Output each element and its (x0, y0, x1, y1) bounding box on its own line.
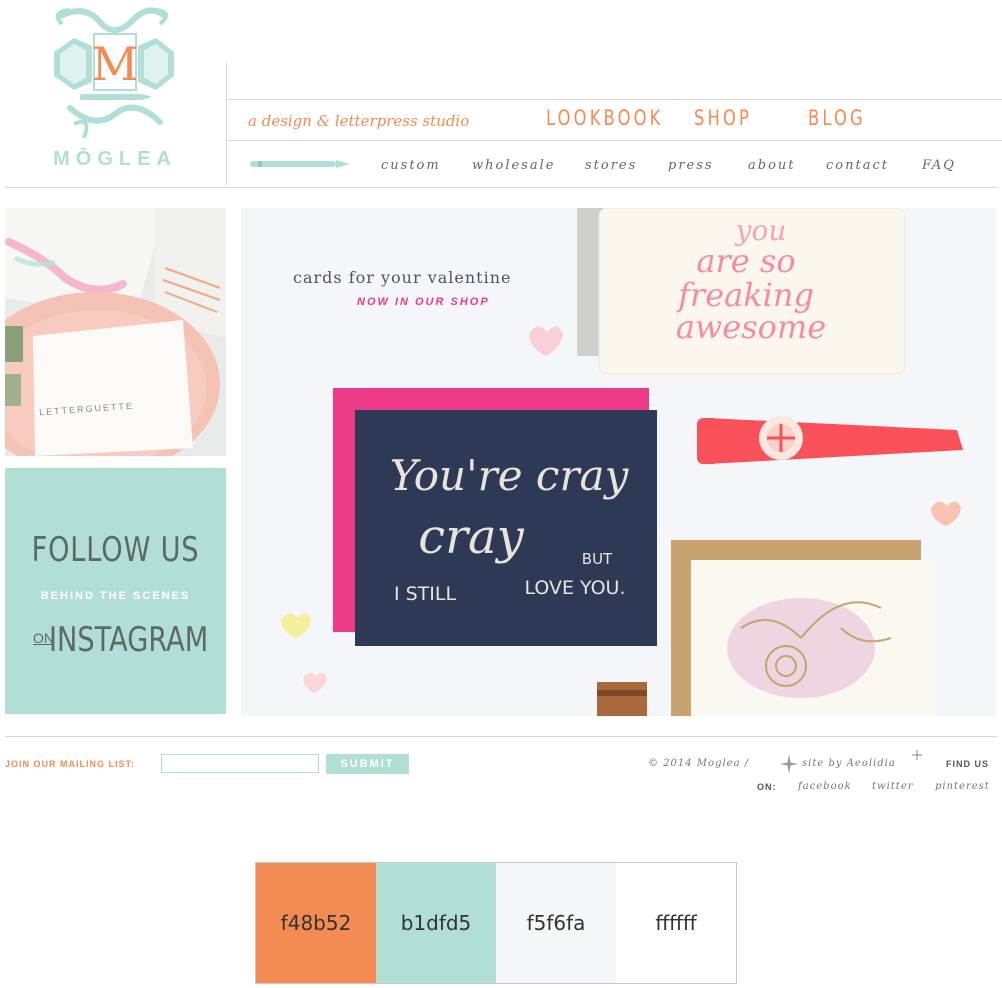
color-palette: f48b52 b1dfd5 f5f6fa ffffff (255, 862, 737, 984)
navy-card-line2: cray (418, 509, 524, 565)
submit-button[interactable]: SUBMIT (326, 754, 409, 774)
find-us-label: FIND US (946, 759, 989, 769)
copyright-text: © 2014 Moglea / (648, 758, 750, 769)
footer-divider (5, 736, 997, 737)
logo-monogram: M (91, 37, 138, 91)
instagram-follow-text: FOLLOW US (31, 530, 200, 570)
swatch-label: f5f6fa (526, 911, 586, 935)
swatch-orange: f48b52 (256, 863, 376, 983)
instagram-behind-text: BEHIND THE SCENES (40, 590, 191, 602)
facebook-link[interactable]: facebook (798, 781, 852, 792)
pinterest-link[interactable]: pinterest (935, 781, 990, 792)
hero-caption: cards for your valentine (293, 268, 512, 287)
swatch-mint: b1dfd5 (376, 863, 496, 983)
plus-icon (912, 750, 922, 760)
swatch-light-gray: f5f6fa (496, 863, 616, 983)
hero-banner[interactable]: you are so freaking awesome You're cray … (241, 208, 996, 716)
header-divider-middle (228, 140, 1002, 141)
logo-wordmark: MŌGLEA (53, 148, 177, 170)
stationery-photo-art (5, 208, 226, 456)
header-divider-bottom (5, 187, 997, 188)
nav-shop[interactable]: SHOP (694, 106, 752, 130)
nav-blog[interactable]: BLOG (808, 106, 866, 130)
swatch-label: f48b52 (280, 911, 352, 935)
twitter-link[interactable]: twitter (872, 781, 914, 792)
mailing-list-input[interactable] (161, 754, 319, 773)
stationery-photo[interactable]: LETTERGUETTE (5, 208, 226, 456)
nav-about[interactable]: about (748, 158, 796, 173)
nav-custom[interactable]: custom (381, 158, 441, 173)
instagram-promo[interactable]: FOLLOW US BEHIND THE SCENES ON INSTAGRAM (5, 468, 226, 714)
swatch-white: ffffff (616, 863, 736, 983)
nav-stores[interactable]: stores (585, 158, 637, 173)
mailing-list-label: JOIN OUR MAILING LIST: (5, 759, 135, 769)
navy-card-line1: You're cray (390, 451, 630, 500)
hero-shop-link[interactable]: NOW IN OUR SHOP (357, 296, 490, 308)
nav-faq[interactable]: FAQ (922, 158, 956, 173)
header-divider-vertical (226, 62, 227, 186)
awesome-card-line2: are so (696, 242, 795, 280)
on-label: ON: (757, 782, 777, 792)
logo-emblem: M (54, 7, 174, 139)
swatch-label: b1dfd5 (400, 911, 472, 935)
header-divider-top (228, 99, 1002, 100)
nav-press[interactable]: press (668, 158, 714, 173)
awesome-card-line4: awesome (676, 308, 826, 346)
nav-lookbook[interactable]: LOOKBOOK (546, 106, 664, 130)
nav-contact[interactable]: contact (826, 158, 889, 173)
navy-card-line4: BUT (582, 550, 613, 568)
navy-card-line3: I STILL (394, 583, 456, 605)
sparkle-icon (780, 754, 798, 774)
site-credit-link[interactable]: site by Aeolidia (802, 758, 896, 769)
swatch-label: ffffff (655, 911, 697, 935)
pencil-icon (250, 160, 350, 168)
navy-card-line5: LOVE YOU. (524, 577, 625, 599)
tagline: a design & letterpress studio (248, 112, 470, 130)
instagram-text: INSTAGRAM (49, 620, 209, 660)
nav-wholesale[interactable]: wholesale (472, 158, 555, 173)
